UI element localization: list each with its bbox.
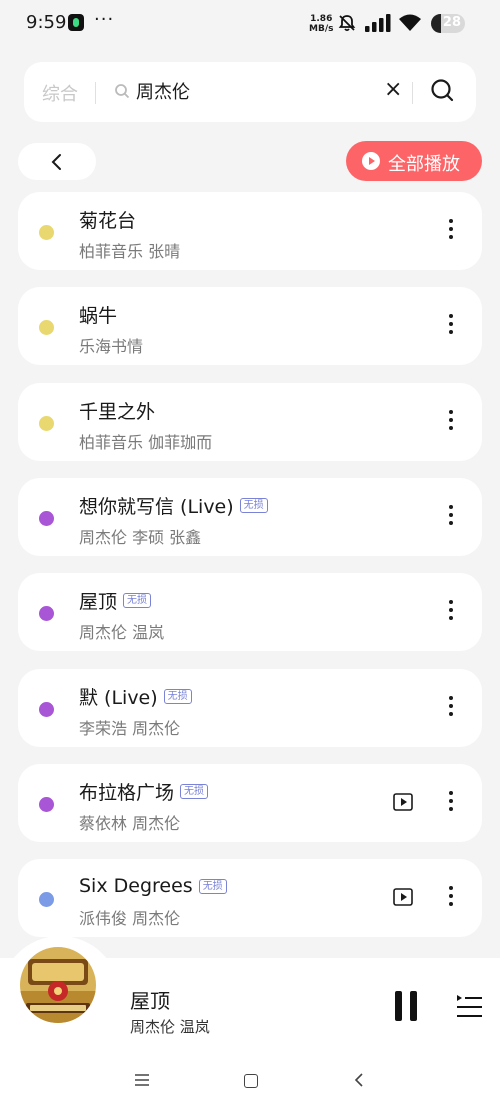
lossless-badge: 无损 (198, 878, 227, 894)
more-options-button[interactable] (446, 696, 456, 720)
playlist-icon[interactable] (455, 993, 483, 1019)
more-notifications-icon: ··· (94, 9, 115, 30)
mv-play-icon[interactable] (393, 793, 413, 811)
song-title: 默 (Live) (79, 686, 158, 709)
search-icon (115, 84, 130, 99)
song-title: 蜗牛 (79, 304, 118, 327)
wifi-icon (399, 14, 421, 31)
system-nav-bar (0, 1058, 500, 1111)
recent-apps-button[interactable] (135, 1074, 149, 1086)
song-item[interactable]: 菊花台 柏菲音乐 张晴 (18, 192, 482, 270)
battery-icon: 28 (431, 14, 465, 33)
play-all-label: 全部播放 (388, 154, 460, 175)
chevron-left-icon (51, 154, 61, 170)
song-title: 千里之外 (79, 400, 156, 423)
status-bar: 9:59 ··· 1.86 MB/s 28 (0, 0, 500, 48)
cell-signal-icon (365, 14, 391, 32)
song-artist: 李荣浩 周杰伦 (79, 719, 181, 738)
search-bar: 综合 × (24, 62, 476, 122)
network-speed-unit: MB/s (309, 24, 334, 34)
more-options-button[interactable] (446, 505, 456, 529)
quality-dot (39, 702, 54, 717)
song-item[interactable]: 千里之外 柏菲音乐 伽菲珈而 (18, 383, 482, 461)
category-label[interactable]: 综合 (42, 80, 78, 106)
more-options-button[interactable] (446, 886, 456, 910)
song-item[interactable]: Six Degrees 无损 派伟俊 周杰伦 (18, 859, 482, 937)
quality-dot (39, 797, 54, 812)
song-title: 想你就写信 (Live) (79, 495, 234, 518)
song-item[interactable]: 想你就写信 (Live) 无损 周杰伦 李硕 张鑫 (18, 478, 482, 556)
quality-dot (39, 225, 54, 240)
play-all-button[interactable]: 全部播放 (346, 141, 482, 181)
more-options-button[interactable] (446, 600, 456, 624)
mv-play-icon[interactable] (393, 888, 413, 906)
song-artist: 柏菲音乐 伽菲珈而 (79, 433, 213, 452)
song-title: Six Degrees (79, 875, 193, 897)
quality-dot (39, 320, 54, 335)
mute-bell-icon (338, 15, 356, 32)
song-artist: 周杰伦 李硕 张鑫 (79, 528, 202, 547)
lossless-badge: 无损 (123, 592, 152, 608)
song-title: 菊花台 (79, 209, 137, 232)
search-button[interactable] (430, 78, 456, 104)
network-speed-value: 1.86 (310, 14, 333, 24)
status-time: 9:59 (26, 12, 67, 33)
song-item[interactable]: 默 (Live) 无损 李荣浩 周杰伦 (18, 669, 482, 747)
song-item[interactable]: 屋顶 无损 周杰伦 温岚 (18, 573, 482, 651)
divider (95, 82, 96, 104)
search-input[interactable] (136, 77, 336, 105)
home-button[interactable] (244, 1074, 258, 1088)
more-options-button[interactable] (446, 219, 456, 243)
nav-back-button[interactable] (354, 1073, 364, 1087)
quality-dot (39, 511, 54, 526)
song-artist: 柏菲音乐 张晴 (79, 242, 181, 261)
song-item[interactable]: 蜗牛 乐海书情 (18, 287, 482, 365)
song-item[interactable]: 布拉格广场 无损 蔡依林 周杰伦 (18, 764, 482, 842)
more-options-button[interactable] (446, 410, 456, 434)
quality-dot (39, 606, 54, 621)
network-speed: 1.86 MB/s (309, 14, 333, 34)
song-title: 屋顶 (79, 590, 118, 613)
song-title: 布拉格广场 (79, 781, 175, 804)
song-artist: 派伟俊 周杰伦 (79, 909, 181, 928)
album-cover[interactable] (20, 947, 96, 1023)
song-artist: 周杰伦 温岚 (79, 623, 165, 642)
lossless-badge: 无损 (239, 497, 268, 513)
quality-dot (39, 416, 54, 431)
lossless-badge: 无损 (163, 688, 192, 704)
app-notification-icon (68, 14, 84, 31)
lossless-badge: 无损 (180, 783, 209, 799)
clear-search-button[interactable]: × (384, 78, 402, 102)
play-circle-icon (362, 152, 380, 170)
more-options-button[interactable] (446, 314, 456, 338)
now-playing-title: 屋顶 (130, 989, 170, 1013)
divider (412, 82, 413, 104)
now-playing-artist: 周杰伦 温岚 (130, 1018, 210, 1036)
quality-dot (39, 892, 54, 907)
album-art-image (20, 947, 96, 1023)
back-button[interactable] (18, 143, 96, 180)
pause-button[interactable] (394, 991, 418, 1021)
song-artist: 乐海书情 (79, 337, 144, 356)
song-artist: 蔡依林 周杰伦 (79, 814, 181, 833)
more-options-button[interactable] (446, 791, 456, 815)
battery-level: 28 (442, 15, 461, 30)
